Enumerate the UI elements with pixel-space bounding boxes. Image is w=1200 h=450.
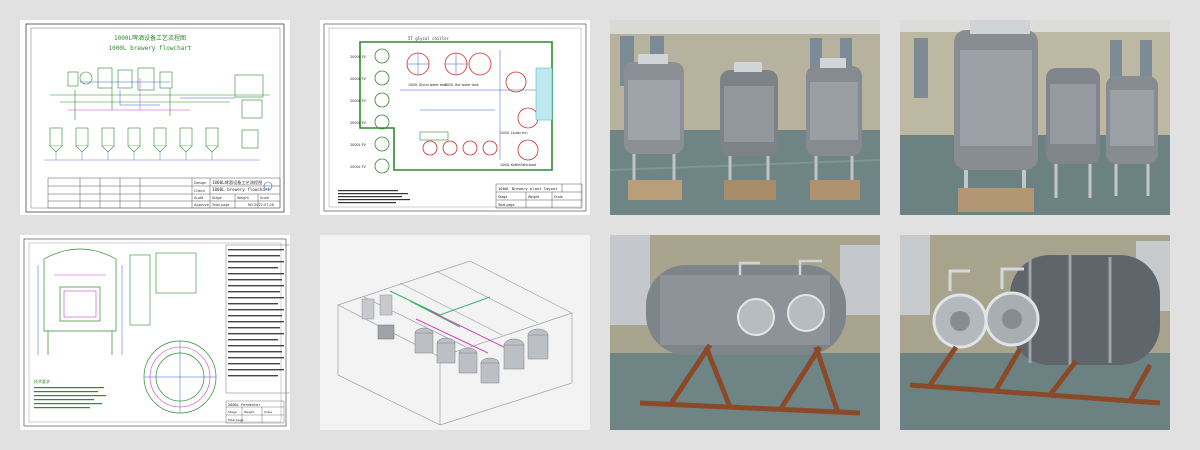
block-field-stage: Stage <box>212 196 222 200</box>
gallery-tile-photo-horizontal[interactable] <box>610 235 880 430</box>
photo-wrapped-tanks <box>610 20 880 215</box>
render-3d-layout <box>320 235 590 430</box>
photo-wrapped-tanks-close <box>900 20 1170 215</box>
fermenter-field-weight: Weight <box>244 410 255 414</box>
fv-label: 2000L FV <box>350 143 367 147</box>
fv-label: 2000L FV <box>350 55 367 59</box>
fermenter-block-page: Total page <box>227 418 244 422</box>
flowchart-drawing: 1000L啤酒设备工艺流程图 1000L brewery flowchart 1… <box>25 23 285 213</box>
fermenter-notes-title: 技术要求 <box>34 378 50 384</box>
flowchart-title-en: 1000L brewery flowchart <box>108 45 191 52</box>
block-page: Total page <box>211 203 229 207</box>
flowchart-block-title: 1000L啤酒设备工艺流程图 <box>212 179 262 186</box>
layout-field-weight: Weight <box>528 195 540 199</box>
layout-block-title: 1000L Brewery plant layout <box>498 186 557 191</box>
fv-label: 2000L FV <box>350 77 367 81</box>
block-label-approve: Approve <box>194 203 210 207</box>
gallery-tile-flowchart[interactable]: 1000L啤酒设备工艺流程图 1000L brewery flowchart 1… <box>20 20 290 215</box>
fermenter-field-scale: Scale <box>264 410 272 414</box>
layout-top-label: 5T glycol chiller <box>408 36 450 41</box>
fermenter-field-stage: Stage <box>228 410 237 414</box>
layout-field-scale: Scale <box>554 195 563 199</box>
block-field-scale: Scale <box>260 196 269 200</box>
gallery-tile-photo-tanks-2[interactable] <box>900 20 1170 215</box>
block-number: NO.2022-07-08 <box>248 203 274 207</box>
product-gallery: 1000L啤酒设备工艺流程图 1000L brewery flowchart 1… <box>0 0 1200 450</box>
flowchart-title-cn: 1000L啤酒设备工艺流程图 <box>114 34 186 42</box>
photo-tank-manways <box>900 235 1170 430</box>
photo-horizontal-tanks <box>610 235 880 430</box>
tank-label-glycol: 1000L Glycol water tank <box>408 83 447 87</box>
block-label-check: Check <box>194 189 206 193</box>
layout-drawing: 5T glycol chiller 2000L FV 2000L FV 2000… <box>323 23 587 212</box>
gallery-tile-layout[interactable]: 5T glycol chiller 2000L FV 2000L FV 2000… <box>320 20 590 215</box>
block-label-design: Design <box>194 181 206 185</box>
tank-label-kettle: 1000L Kettle/Whirlpool <box>500 163 536 167</box>
layout-field-stage: Stage <box>498 195 507 199</box>
block-field-weight: Weight <box>237 196 249 200</box>
gallery-tile-fermenter-drawing[interactable]: 技术要求 2000L Fermenter Stage Weight Scale … <box>20 235 290 430</box>
gallery-tile-photo-manways[interactable] <box>900 235 1170 430</box>
flowchart-block-subtitle: 1000L brewery flowchart <box>212 187 270 192</box>
block-label-audit: Audit <box>194 196 204 200</box>
tank-label-hotwater: 1000L Hot water tank <box>444 83 479 87</box>
fv-label: 2000L FV <box>350 165 367 169</box>
gallery-tile-3d-render[interactable] <box>320 235 590 430</box>
fermenter-block-title: 2000L Fermenter <box>228 403 261 407</box>
fv-label: 2000L FV <box>350 121 367 125</box>
fv-label: 2000L FV <box>350 99 367 103</box>
tank-label-lauter: 1000L Lauter tun <box>500 131 527 135</box>
layout-block-page: Total page <box>497 203 514 207</box>
gallery-tile-photo-tanks[interactable] <box>610 20 880 215</box>
fermenter-drawing: 技术要求 2000L Fermenter Stage Weight Scale … <box>23 238 290 427</box>
